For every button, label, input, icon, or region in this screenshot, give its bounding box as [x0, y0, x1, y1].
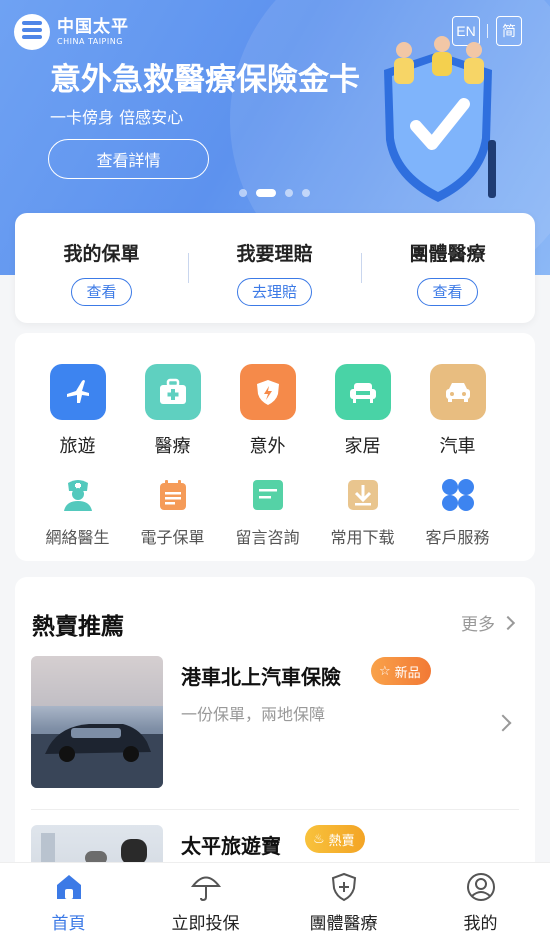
brand-logo-icon [14, 14, 50, 50]
carousel-dots[interactable] [239, 189, 319, 197]
brand-logo: 中国太平 CHINA TAIPING [14, 14, 129, 50]
nav-label: 團體醫療 [309, 914, 378, 934]
home-icon [56, 875, 81, 899]
chevron-right-icon[interactable] [494, 714, 512, 732]
star-icon: ☆ [379, 663, 391, 679]
user-icon [466, 873, 495, 901]
view-policy-button[interactable]: 查看 [71, 278, 132, 306]
download-icon [343, 475, 383, 515]
service-label: 意外 [249, 436, 286, 457]
more-label: 更多 [461, 615, 495, 635]
divider [31, 809, 519, 810]
doctor-icon [58, 475, 98, 515]
car-photo-icon [31, 656, 163, 788]
banner-subtitle: 一卡傍身 倍感安心 [50, 108, 184, 127]
service-label: 家居 [344, 436, 381, 457]
sofa-icon [334, 364, 391, 420]
badge-new: ☆ 新品 [371, 657, 431, 685]
view-group-medical-button[interactable]: 查看 [417, 278, 478, 306]
services-grid: 旅遊 醫療 意外 家居 汽車 網絡醫生 電子保單 留言咨詢 常用下载 客戶服務 [15, 333, 535, 561]
service-medical[interactable]: 醫療 [125, 364, 220, 458]
nav-home[interactable]: 首頁 [0, 863, 137, 936]
nav-label: 首頁 [51, 914, 86, 934]
umbrella-icon [190, 876, 221, 902]
service-home[interactable]: 家居 [315, 364, 410, 458]
banner-details-button[interactable]: 查看詳情 [48, 139, 209, 179]
hot-recommendations: 熱賣推薦 更多 港車北上汽車保險 ☆ 新品 一份保單，兩地保障 太平旅遊寶 ♨ … [15, 577, 535, 936]
carousel-dot[interactable] [302, 189, 310, 197]
service-label: 醫療 [154, 436, 191, 457]
shield-plus-icon [331, 872, 356, 902]
service-label: 汽車 [439, 436, 476, 457]
claim-button[interactable]: 去理賠 [236, 278, 312, 306]
service-downloads[interactable]: 常用下载 [315, 475, 410, 548]
nav-group-medical[interactable]: 團體醫療 [275, 863, 412, 936]
service-label: 留言咨詢 [235, 528, 300, 547]
badge-label: 熱賣 [328, 833, 355, 849]
brand-name-cn: 中国太平 [57, 16, 129, 37]
service-online-doctor[interactable]: 網絡醫生 [30, 475, 125, 548]
product-image-car[interactable] [31, 656, 163, 788]
product-description: 一份保單，兩地保障 [181, 705, 326, 724]
nav-label: 立即投保 [171, 914, 240, 934]
badge-hot: ♨ 熱賣 [305, 825, 365, 853]
shield-bolt-icon [239, 364, 296, 420]
banner-title: 意外急救醫療保險金卡 [50, 62, 360, 98]
badge-label: 新品 [394, 665, 421, 681]
more-link[interactable]: 更多 [461, 610, 516, 635]
service-label: 常用下载 [330, 528, 395, 547]
quick-title: 我要理賠 [236, 243, 313, 265]
carousel-dot[interactable] [239, 189, 247, 197]
service-e-policy[interactable]: 電子保單 [125, 475, 220, 548]
service-message-consult[interactable]: 留言咨詢 [220, 475, 315, 548]
airplane-icon [49, 364, 106, 420]
brand-name-en: CHINA TAIPING [57, 36, 123, 46]
quick-title: 我的保單 [63, 243, 140, 265]
quick-group-medical[interactable]: 團體醫療 查看 [361, 239, 534, 306]
product-name[interactable]: 港車北上汽車保險 [181, 661, 341, 690]
nav-buy-now[interactable]: 立即投保 [137, 863, 274, 936]
chevron-right-icon [500, 615, 516, 630]
service-car[interactable]: 汽車 [410, 364, 505, 458]
quick-actions-card: 我的保單 查看 我要理賠 去理賠 團體醫療 查看 [15, 213, 535, 323]
nav-profile[interactable]: 我的 [412, 863, 549, 936]
service-label: 網絡醫生 [45, 528, 110, 547]
shield-check-illustration [384, 36, 496, 202]
travel-photo-icon [41, 833, 147, 865]
service-label: 電子保單 [140, 528, 205, 547]
service-label: 旅遊 [59, 436, 96, 457]
quick-my-policy[interactable]: 我的保單 查看 [15, 239, 188, 306]
service-label: 客戶服務 [425, 528, 490, 547]
quick-claims[interactable]: 我要理賠 去理賠 [188, 239, 361, 306]
quick-title: 團體醫療 [409, 243, 486, 265]
product-name[interactable]: 太平旅遊寶 [181, 830, 281, 859]
service-grid-icon [438, 475, 478, 515]
fire-icon: ♨ [313, 831, 325, 847]
section-title: 熱賣推薦 [32, 614, 124, 640]
car-icon [429, 364, 486, 420]
medical-kit-icon [144, 364, 201, 420]
service-travel[interactable]: 旅遊 [30, 364, 125, 458]
message-icon [248, 475, 288, 515]
service-customer-service[interactable]: 客戶服務 [410, 475, 505, 548]
carousel-dot[interactable] [285, 189, 293, 197]
carousel-dot-active[interactable] [256, 189, 276, 197]
bottom-navigation: 首頁 立即投保 團體醫療 我的 [0, 862, 550, 936]
nav-label: 我的 [463, 914, 498, 934]
calendar-icon [153, 475, 193, 515]
service-accident[interactable]: 意外 [220, 364, 315, 458]
